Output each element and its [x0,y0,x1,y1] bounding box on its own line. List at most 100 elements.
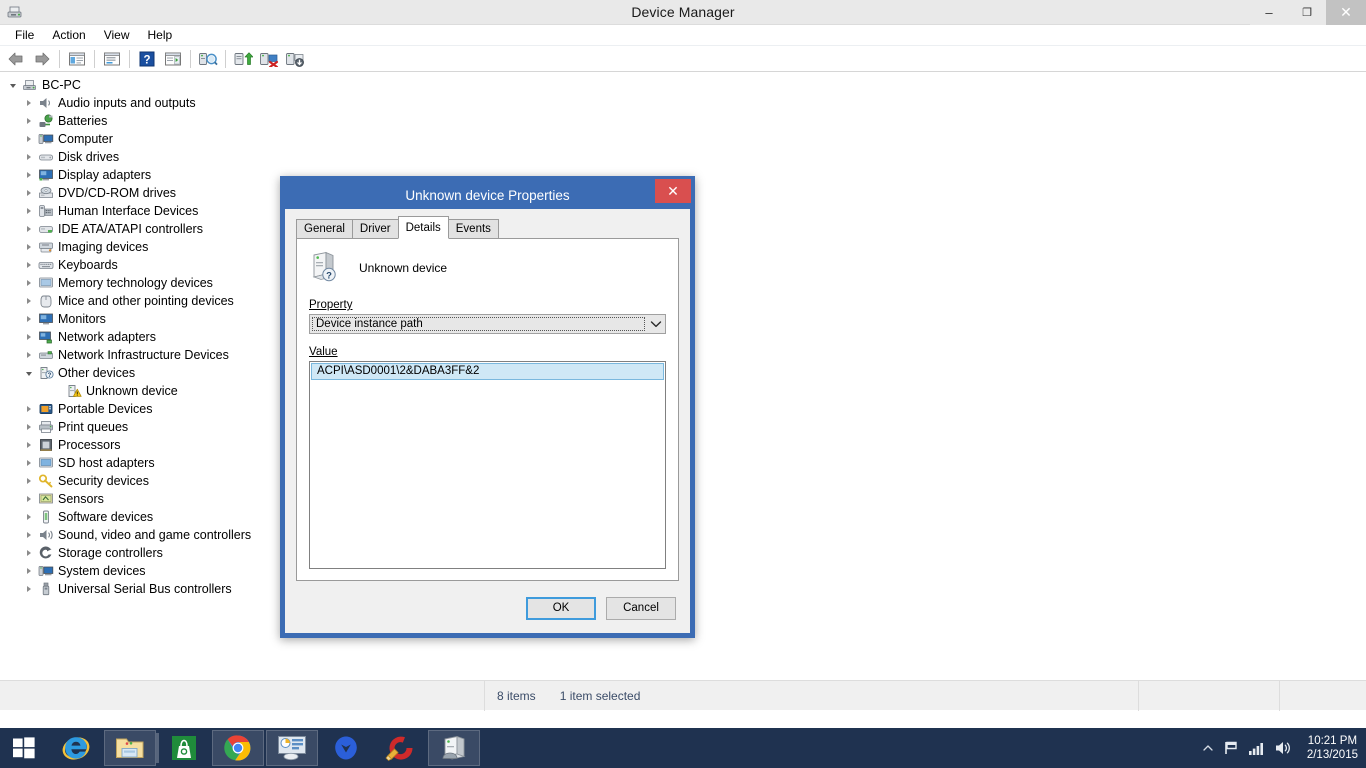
value-listbox[interactable]: ACPI\ASD0001\2&DABA3FF&2 [309,361,666,569]
tree-item-label: Print queues [58,420,129,434]
expander-collapsed-icon[interactable] [22,586,36,592]
storage-controller-icon [36,545,56,561]
software-device-icon [36,509,56,525]
property-label: Property [309,299,666,311]
scan-for-hardware-changes-icon[interactable] [196,48,220,70]
internet-explorer-icon[interactable] [50,730,102,766]
tree-item-audio-inputs-and-outputs[interactable]: Audio inputs and outputs [0,94,1366,112]
help-icon[interactable]: ? [135,48,159,70]
expander-collapsed-icon[interactable] [22,280,36,286]
properties-icon[interactable] [100,48,124,70]
status-item-count: 8 items [497,688,536,703]
menu-help[interactable]: Help [139,26,182,45]
expander-collapsed-icon[interactable] [22,136,36,142]
status-view-buttons [1280,681,1366,711]
update-driver-icon[interactable] [231,48,255,70]
expander-collapsed-icon[interactable] [22,460,36,466]
expander-collapsed-icon[interactable] [22,424,36,430]
value-list-item[interactable]: ACPI\ASD0001\2&DABA3FF&2 [311,363,664,380]
tab-events[interactable]: Events [447,219,499,238]
expander-collapsed-icon[interactable] [22,208,36,214]
windows-store-icon[interactable] [158,730,210,766]
tab-general[interactable]: General [296,219,353,238]
ok-button[interactable]: OK [526,596,596,620]
expander-collapsed-icon[interactable] [22,298,36,304]
expander-collapsed-icon[interactable] [22,172,36,178]
tab-details[interactable]: Details [397,216,449,239]
dialog-body: General Driver Details Events ? Unknown … [285,209,690,633]
tree-item-label: Imaging devices [58,240,149,254]
toolbar-separator [190,49,191,68]
tree-item-label: Sound, video and game controllers [58,528,252,542]
tree-item-label: Unknown device [86,384,178,398]
expander-expanded-icon[interactable] [22,370,36,376]
menu-view[interactable]: View [95,26,139,45]
property-label-text: Property [309,299,353,311]
show-hide-console-tree-icon[interactable] [65,48,89,70]
tree-item-batteries[interactable]: Batteries [0,112,1366,130]
control-panel-icon[interactable] [266,730,318,766]
expander-expanded-icon[interactable] [6,82,20,88]
menu-action[interactable]: Action [43,26,94,45]
hid-icon [36,203,56,219]
unknown-device-warning-icon [64,383,84,399]
expander-collapsed-icon[interactable] [22,442,36,448]
tree-item-computer[interactable]: Computer [0,130,1366,148]
tree-item-label: Storage controllers [58,546,163,560]
status-left-pad [0,681,484,711]
network-signal-icon[interactable] [1248,741,1265,756]
expander-collapsed-icon[interactable] [22,496,36,502]
tree-item-bc-pc[interactable]: BC-PC [0,76,1366,94]
tree-item-disk-drives[interactable]: Disk drives [0,148,1366,166]
memory-device-icon [36,275,56,291]
restore-button[interactable]: ❐ [1288,0,1326,25]
tree-item-label: SD host adapters [58,456,155,470]
expander-collapsed-icon[interactable] [22,532,36,538]
expander-collapsed-icon[interactable] [22,568,36,574]
expander-collapsed-icon[interactable] [22,550,36,556]
tab-driver[interactable]: Driver [351,219,399,238]
expander-collapsed-icon[interactable] [22,316,36,322]
back-icon[interactable] [4,48,28,70]
expander-collapsed-icon[interactable] [22,244,36,250]
expander-collapsed-icon[interactable] [22,334,36,340]
flag-icon[interactable] [1223,740,1239,756]
expander-collapsed-icon[interactable] [22,514,36,520]
show-hide-action-pane-icon[interactable] [161,48,185,70]
expander-collapsed-icon[interactable] [22,118,36,124]
uninstall-device-icon[interactable] [257,48,281,70]
chevron-down-icon[interactable] [646,315,665,333]
expander-collapsed-icon[interactable] [22,154,36,160]
forward-icon[interactable] [30,48,54,70]
close-button[interactable]: ✕ [1326,0,1366,25]
expander-collapsed-icon[interactable] [22,100,36,106]
file-explorer-icon[interactable] [104,730,159,766]
dialog-close-button[interactable]: ✕ [655,179,691,203]
expander-collapsed-icon[interactable] [22,262,36,268]
malwarebytes-icon[interactable] [320,730,372,766]
chevron-up-icon[interactable] [1202,743,1214,753]
taskbar-clock[interactable]: 10:21 PM 2/13/2015 [1301,734,1358,762]
minimize-button[interactable]: – [1250,0,1288,25]
expander-collapsed-icon[interactable] [22,352,36,358]
expander-collapsed-icon[interactable] [22,190,36,196]
speaker-volume-icon[interactable] [1274,740,1292,756]
property-dropdown[interactable]: Device instance path [309,314,666,334]
tree-item-label: Monitors [58,312,106,326]
expander-collapsed-icon[interactable] [22,406,36,412]
device-manager-taskbar-icon[interactable] [428,730,480,766]
dialog-tabstrip: General Driver Details Events [296,216,679,239]
google-chrome-icon[interactable] [212,730,264,766]
expander-collapsed-icon[interactable] [22,226,36,232]
cancel-button[interactable]: Cancel [606,596,676,620]
ccleaner-icon[interactable] [374,730,426,766]
tree-item-label: Network Infrastructure Devices [58,348,229,362]
processor-icon [36,437,56,453]
system-tray: 10:21 PM 2/13/2015 [1202,728,1366,768]
tree-item-label: BC-PC [42,78,81,92]
menu-file[interactable]: File [6,26,43,45]
disable-device-icon[interactable] [283,48,307,70]
windows-start-icon[interactable] [0,728,48,768]
expander-collapsed-icon[interactable] [22,478,36,484]
dialog-title: Unknown device Properties [405,187,570,203]
